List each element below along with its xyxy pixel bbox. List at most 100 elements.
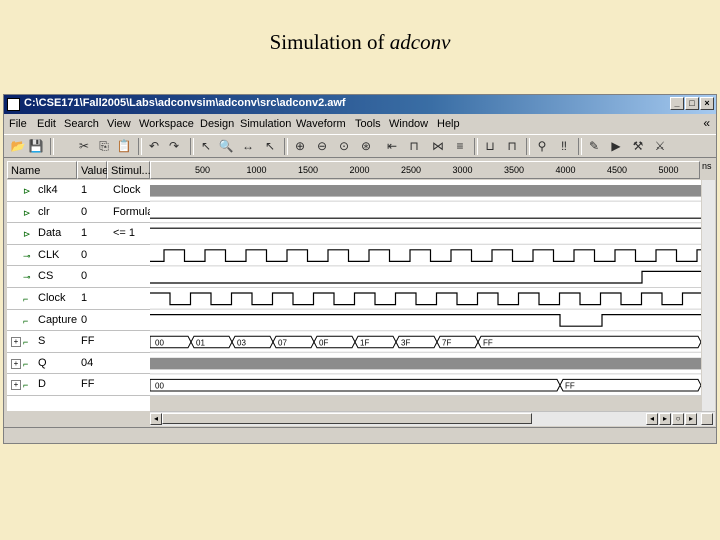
signal-name: Data [38, 227, 62, 240]
open-icon[interactable]: 📂 [10, 138, 26, 154]
expand-icon[interactable]: + [11, 337, 21, 348]
expand-icon[interactable]: + [11, 380, 21, 391]
output-signal-icon: ⊸ [23, 272, 31, 283]
bus-segment-value: 01 [196, 339, 205, 348]
maximize-button[interactable]: □ [685, 97, 699, 110]
bus-segment [477, 335, 701, 349]
menu-design[interactable]: Design [200, 118, 234, 130]
stimulus-icon[interactable]: ⇤ [384, 138, 400, 154]
bus-segment-value: 07 [278, 339, 287, 348]
signal-row[interactable]: ⌐ Capture 0 [7, 310, 150, 332]
ruler-tick: 3500 [504, 165, 525, 175]
signal-value: 1 [81, 184, 88, 196]
signal-stimulus: <= 1 [113, 227, 136, 240]
output-signal-icon: ⌐ [23, 315, 29, 326]
simulator-window: C:\CSE171\Fall2005\Labs\adconvsim\adconv… [3, 94, 717, 444]
vertical-scrollbar[interactable] [702, 180, 715, 411]
signal-value: 04 [81, 356, 94, 369]
bus-segment-value: 00 [155, 339, 164, 348]
bookmark-icon[interactable]: ‼ [556, 138, 572, 154]
zoom-icon[interactable]: 🔍 [218, 138, 234, 154]
run-icon[interactable]: ▶ [608, 138, 624, 154]
signal-value: FF [81, 335, 95, 348]
edge-prev-icon[interactable]: ⊔ [482, 138, 498, 154]
bus-segment-value: 1F [360, 339, 369, 348]
stop-icon[interactable]: ⚔ [652, 138, 668, 154]
cut-icon[interactable]: ✂ [76, 138, 92, 154]
scroll-thumb[interactable] [162, 413, 532, 424]
bus-segment-value: FF [565, 382, 575, 391]
signal-row[interactable]: + ⌐ D FF [7, 374, 150, 396]
slide-title-text: Simulation of [269, 30, 390, 54]
time-ruler[interactable]: 500 1000 1500 2000 2500 3000 3500 4000 4500 5000 [150, 161, 700, 179]
signal-row[interactable]: ⊸ CS 0 [7, 266, 150, 288]
bus-segment-value: 7F [442, 339, 451, 348]
save-icon[interactable]: 💾 [28, 138, 44, 154]
paste-icon[interactable]: 📋 [116, 138, 132, 154]
minimize-button[interactable]: _ [670, 97, 684, 110]
ruler-tick: 5000 [658, 165, 679, 175]
ruler-tick: 4500 [607, 165, 628, 175]
waveform-area[interactable]: 00 01 03 07 0F 1F 3F 7F FF 00 FF [150, 180, 701, 396]
scroll-right-button[interactable]: ▸ [659, 413, 671, 425]
scroll-right-end-button[interactable]: ▸ [685, 413, 697, 425]
signal-row[interactable]: ⊳ clk4 1 Clock [7, 180, 150, 202]
menu-view[interactable]: View [107, 118, 131, 130]
horizontal-scrollbar[interactable]: ◂ ◂ ▸ ○ ▸ [150, 411, 715, 426]
waveform-edit-icon[interactable]: ≡ [452, 138, 468, 154]
scroll-center-button[interactable]: ○ [672, 413, 684, 425]
zoom-in-icon[interactable]: ⊕ [292, 138, 308, 154]
menu-overflow-icon[interactable]: « [703, 116, 710, 130]
signal-name: S [38, 335, 46, 348]
zoom-out-icon[interactable]: ⊖ [314, 138, 330, 154]
zoom-range-icon[interactable]: ⊛ [358, 138, 374, 154]
signal-list: ⊳ clk4 1 Clock ⊳ clr 0 Formula ⊳ Data 1 <= 1 ⊸ CLK 0 ⊸ C… [7, 180, 153, 411]
menu-edit[interactable]: Edit [37, 118, 56, 130]
column-header-value[interactable]: Value [77, 161, 108, 179]
scroll-left-end-button[interactable]: ◂ [646, 413, 658, 425]
redo-icon[interactable]: ↷ [166, 138, 182, 154]
menu-help[interactable]: Help [437, 118, 460, 130]
menu-waveform[interactable]: Waveform [296, 118, 346, 130]
ruler-tick: 2500 [401, 165, 422, 175]
menu-search[interactable]: Search [64, 118, 99, 130]
column-header-name[interactable]: Name [7, 161, 77, 179]
signal-row[interactable]: + ⌐ S FF [7, 331, 150, 353]
signal-row[interactable]: ⊳ Data 1 <= 1 [7, 223, 150, 245]
window-titlebar[interactable]: C:\CSE171\Fall2005\Labs\adconvsim\adconv… [4, 95, 716, 114]
signal-row[interactable]: + ⌐ Q 04 [7, 353, 150, 375]
waveform-clock-icon[interactable]: ⊓ [406, 138, 422, 154]
signal-name: Clock [38, 292, 66, 304]
copy-icon[interactable]: ⎘ [96, 138, 112, 154]
menu-workspace[interactable]: Workspace [139, 118, 194, 130]
menu-tools[interactable]: Tools [355, 118, 381, 130]
close-button[interactable]: × [700, 97, 714, 110]
waveform-bus-icon[interactable]: ⋈ [430, 138, 446, 154]
signal-row[interactable]: ⌐ Clock 1 [7, 288, 150, 310]
measure-icon[interactable]: ↔ [240, 138, 256, 154]
column-header-stimulus[interactable]: Stimul... [107, 161, 151, 179]
find-icon[interactable]: ⚲ [534, 138, 550, 154]
waveform-cs [150, 270, 701, 284]
undo-icon[interactable]: ↶ [146, 138, 162, 154]
signal-row[interactable]: ⊸ CLK 0 [7, 245, 150, 267]
edit-pointer-icon[interactable]: ↖ [262, 138, 278, 154]
signal-row[interactable]: ⊳ clr 0 Formula [7, 202, 153, 224]
edge-next-icon[interactable]: ⊓ [504, 138, 520, 154]
ruler-tick: 1000 [246, 165, 267, 175]
signal-name: Capture [38, 313, 78, 326]
menu-simulation[interactable]: Simulation [240, 118, 291, 130]
app-icon [7, 98, 20, 111]
waveform-q [150, 357, 701, 370]
zoom-fit-icon[interactable]: ⊙ [336, 138, 352, 154]
step-icon[interactable]: ⚒ [630, 138, 646, 154]
menu-window[interactable]: Window [389, 118, 428, 130]
bus-segment-value: 03 [237, 339, 246, 348]
menu-file[interactable]: File [9, 118, 27, 130]
bus-segment [559, 378, 701, 392]
expand-icon[interactable]: + [11, 358, 21, 369]
probe-icon[interactable]: ✎ [586, 138, 602, 154]
scroll-left-button[interactable]: ◂ [150, 413, 162, 425]
select-pointer-icon[interactable]: ↖ [198, 138, 214, 154]
ruler-tick: 1500 [298, 165, 319, 175]
